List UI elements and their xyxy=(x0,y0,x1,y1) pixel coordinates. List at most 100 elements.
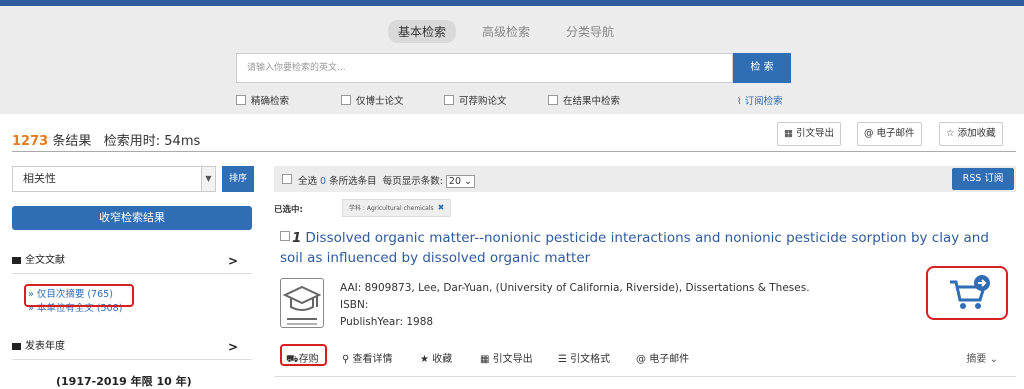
result-title[interactable]: 1 Dissolved organic matter--nonionic pest… xyxy=(280,228,1010,268)
checkbox[interactable] xyxy=(236,95,246,105)
result-actions: ⛟存购 ⚲ 查看详情 ★ 收藏 ▦ 引文导出 ☰ 引文格式 @ 电子邮件 摘要 … xyxy=(280,344,1010,368)
search-time-value: 54ms xyxy=(164,134,201,149)
action-label: 存购 xyxy=(298,354,319,365)
result-year: PublishYear: 1988 xyxy=(340,316,434,328)
favorite-button[interactable]: ★ 收藏 xyxy=(420,350,452,365)
sort-value: 相关性 xyxy=(23,172,56,185)
facet-label: 发表年度 xyxy=(25,341,65,352)
subscribe-label: 订阅检索 xyxy=(744,96,783,107)
option-label: 精确检索 xyxy=(251,96,290,107)
tab-category-nav[interactable]: 分类导航 xyxy=(556,20,624,43)
cite-export-button[interactable]: ▦ 引文导出 xyxy=(480,350,533,365)
sort-select[interactable]: 相关性 ▼ xyxy=(12,166,216,192)
checkbox[interactable] xyxy=(548,95,558,105)
option-within-results[interactable]: 在结果中检索 xyxy=(548,93,688,107)
result-count: 1273 条结果 检索用时: 54ms xyxy=(12,130,200,149)
facet-publish-year[interactable]: 发表年度 > xyxy=(12,336,252,360)
action-label: 收藏 xyxy=(432,354,453,365)
option-phd-only[interactable]: 仅博士论文 xyxy=(341,93,444,107)
result-count-number: 1273 xyxy=(12,134,49,149)
add-favorite-button[interactable]: ☆ 添加收藏 xyxy=(939,122,1003,146)
list-toolbar: 全选 0 条所选条目 每页显示条数: 20 ⌄ RSS 订阅 xyxy=(274,166,1016,192)
option-exact[interactable]: 精确检索 xyxy=(236,93,341,107)
cite-format-button[interactable]: ☰ 引文格式 xyxy=(558,350,610,365)
search-input[interactable]: 请输入你要检索的英文... xyxy=(236,53,733,83)
document-icon: ▦ xyxy=(480,354,490,365)
email-button[interactable]: @ 电子邮件 xyxy=(636,350,689,365)
graduation-cap-icon xyxy=(280,278,324,328)
result-count-label: 条结果 xyxy=(52,134,92,149)
result-summary-bar: 1273 条结果 检索用时: 54ms ▦ 引文导出 @ 电子邮件 ☆ 添加收藏 xyxy=(12,120,1016,152)
chevron-down-icon: ⌄ xyxy=(464,176,473,187)
button-label: 引文导出 xyxy=(796,128,835,139)
chevron-right-icon[interactable]: > xyxy=(228,336,238,358)
search-tabs: 基本检索 高级检索 分类导航 xyxy=(388,20,640,43)
action-label: 引文导出 xyxy=(492,354,533,365)
sort-button[interactable]: 排序 xyxy=(222,166,254,192)
option-label: 可荐购论文 xyxy=(459,96,507,107)
list-toolbar-text: 全选 0 条所选条目 每页显示条数: 20 ⌄ xyxy=(298,173,476,188)
action-label: 查看详情 xyxy=(352,354,393,365)
search-time-label: 检索用时: xyxy=(103,134,161,149)
search-button[interactable]: 检 索 xyxy=(733,53,791,83)
per-page-label: 每页显示条数: xyxy=(382,176,443,187)
list-icon: ☰ xyxy=(558,354,567,365)
filter-tag: 学科 : Agricultural chemicals ✖ xyxy=(342,199,452,217)
option-label: 仅博士论文 xyxy=(356,96,404,107)
action-label: 引文格式 xyxy=(570,354,611,365)
cart-icon xyxy=(950,275,990,309)
highlight-box xyxy=(24,284,134,307)
tab-basic-search[interactable]: 基本检索 xyxy=(388,20,457,43)
abstract-label: 摘要 xyxy=(966,354,987,365)
abstract-toggle[interactable]: 摘要 ⌄ xyxy=(966,350,998,365)
add-to-cart-button[interactable] xyxy=(926,266,1008,320)
year-range-text: (1917-2019 年限 10 年) xyxy=(56,375,192,388)
selected-count: 0 xyxy=(320,176,327,187)
option-label: 在结果中检索 xyxy=(563,96,621,107)
at-icon: @ xyxy=(636,354,646,365)
email-button[interactable]: @ 电子邮件 xyxy=(857,122,922,146)
option-recommendable[interactable]: 可荐购论文 xyxy=(444,93,548,107)
result-index: 1 xyxy=(292,230,302,246)
folder-icon xyxy=(12,256,21,264)
rss-icon: ⌇ xyxy=(737,96,742,107)
purchase-button[interactable]: ⛟存购 xyxy=(286,350,319,367)
search-icon: ⚲ xyxy=(342,354,350,365)
result-meta: AAI: 8909873, Lee, Dar-Yuan, (University… xyxy=(340,280,810,331)
tab-advanced-search[interactable]: 高级检索 xyxy=(472,20,540,43)
select-all-checkbox[interactable] xyxy=(282,174,292,184)
result-title-text[interactable]: Dissolved organic matter--nonionic pesti… xyxy=(280,230,989,266)
rss-subscribe-button[interactable]: RSS 订阅 xyxy=(952,168,1014,190)
filter-tag-label: 学科 : Agricultural chemicals xyxy=(349,205,434,212)
chevron-down-icon: ⌄ xyxy=(989,354,998,365)
checkbox[interactable] xyxy=(341,95,351,105)
cite-export-button[interactable]: ▦ 引文导出 xyxy=(777,122,842,146)
subscribe-search-link[interactable]: ⌇ 订阅检索 xyxy=(737,93,783,107)
result-isbn: ISBN: xyxy=(340,299,369,311)
search-options: 精确检索 仅博士论文 可荐购论文 在结果中检索 xyxy=(236,93,688,107)
chevron-right-icon[interactable]: > xyxy=(228,250,238,272)
close-icon[interactable]: ✖ xyxy=(438,203,445,212)
at-icon: @ xyxy=(864,128,874,139)
folder-icon xyxy=(12,342,21,350)
per-page-value: 20 xyxy=(448,176,462,187)
result-checkbox[interactable] xyxy=(280,231,290,241)
search-panel: 基本检索 高级检索 分类导航 请输入你要检索的英文... 检 索 精确检索 仅博… xyxy=(0,6,1024,114)
narrow-results-button[interactable]: 收窄检索结果 xyxy=(12,206,252,230)
selected-text: 条所选条目 xyxy=(329,176,377,187)
select-all-label: 全选 xyxy=(298,176,318,187)
per-page-select[interactable]: 20 ⌄ xyxy=(445,175,476,188)
selected-label: 已选中: xyxy=(274,205,303,215)
button-label: 电子邮件 xyxy=(876,128,915,139)
chevron-down-icon[interactable]: ▼ xyxy=(201,167,215,191)
divider xyxy=(274,376,1016,377)
checkbox[interactable] xyxy=(444,95,454,105)
button-label: 添加收藏 xyxy=(957,128,996,139)
facet-fulltext[interactable]: 全文文献 > xyxy=(12,250,252,274)
document-icon: ▦ xyxy=(784,128,793,139)
result-aai: AAI: 8909873, Lee, Dar-Yuan, (University… xyxy=(340,282,810,294)
star-icon: ☆ xyxy=(946,128,955,139)
star-icon: ★ xyxy=(420,354,429,365)
action-label: 电子邮件 xyxy=(649,354,690,365)
view-details-button[interactable]: ⚲ 查看详情 xyxy=(342,350,393,365)
